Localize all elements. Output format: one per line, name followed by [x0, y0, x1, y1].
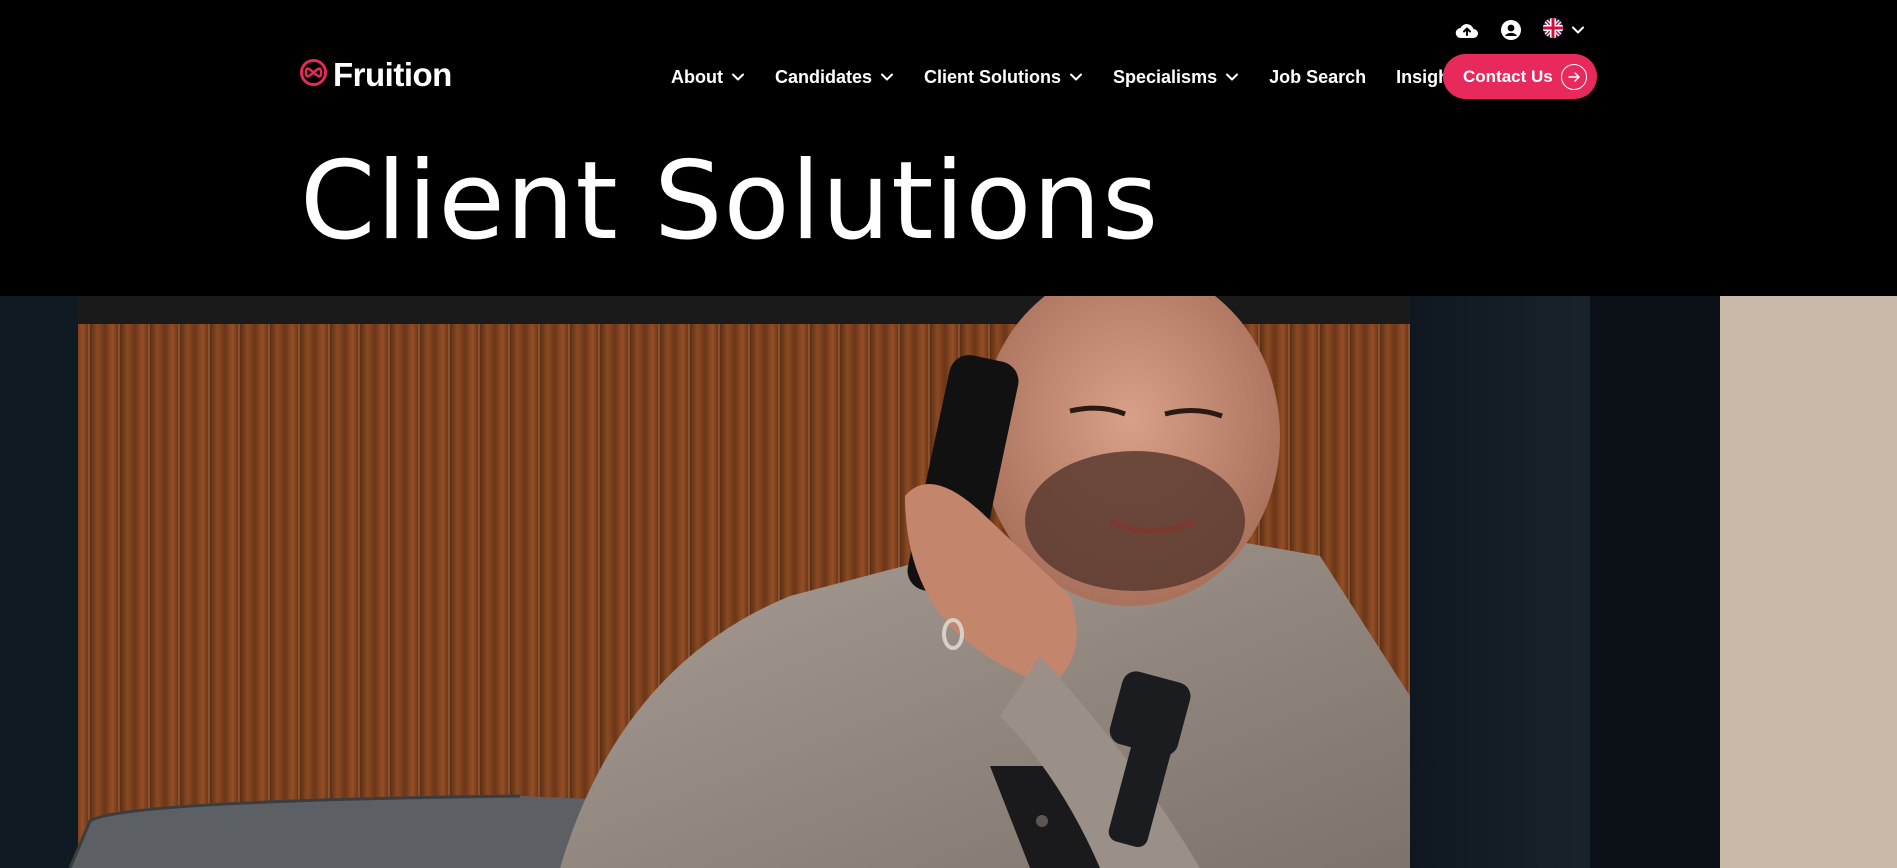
nav-item-label: Job Search	[1269, 66, 1367, 87]
chevron-down-icon	[880, 70, 894, 84]
nav-item-candidates[interactable]: Candidates	[775, 67, 894, 88]
contact-us-label: Contact Us	[1463, 66, 1553, 86]
nav-item-client-solutions[interactable]: Client Solutions	[924, 67, 1083, 88]
chevron-down-icon	[731, 70, 745, 84]
uk-flag-icon	[1543, 17, 1563, 43]
hero-image	[0, 296, 1897, 868]
contact-us-button[interactable]: Contact Us	[1443, 54, 1597, 99]
nav-item-job-search[interactable]: Job Search	[1269, 67, 1366, 88]
user-account-icon[interactable]	[1499, 18, 1523, 42]
language-selector[interactable]	[1543, 17, 1585, 43]
nav-item-label: Candidates	[774, 66, 873, 87]
chevron-down-icon	[1571, 23, 1585, 37]
nav-menu: About Candidates Client Solutions Specia…	[671, 54, 1501, 100]
nav-item-label: About	[671, 66, 723, 87]
nav-item-label: Specialisms	[1113, 66, 1218, 87]
nav-item-specialisms[interactable]: Specialisms	[1113, 67, 1239, 88]
nav-item-about[interactable]: About	[671, 67, 745, 88]
main-navigation: Fruition About Candidates Client Solutio…	[0, 54, 1897, 100]
logo-mark-icon	[300, 58, 327, 91]
arrow-right-icon	[1561, 63, 1587, 90]
chevron-down-icon	[1069, 70, 1083, 84]
page-title: Client Solutions	[300, 139, 1160, 264]
utility-bar	[1455, 17, 1585, 43]
cloud-upload-icon[interactable]	[1455, 18, 1479, 42]
logo-text: Fruition	[333, 56, 452, 93]
chevron-down-icon	[1225, 70, 1239, 84]
nav-item-label: Client Solutions	[924, 66, 1062, 87]
logo[interactable]: Fruition	[300, 58, 452, 91]
